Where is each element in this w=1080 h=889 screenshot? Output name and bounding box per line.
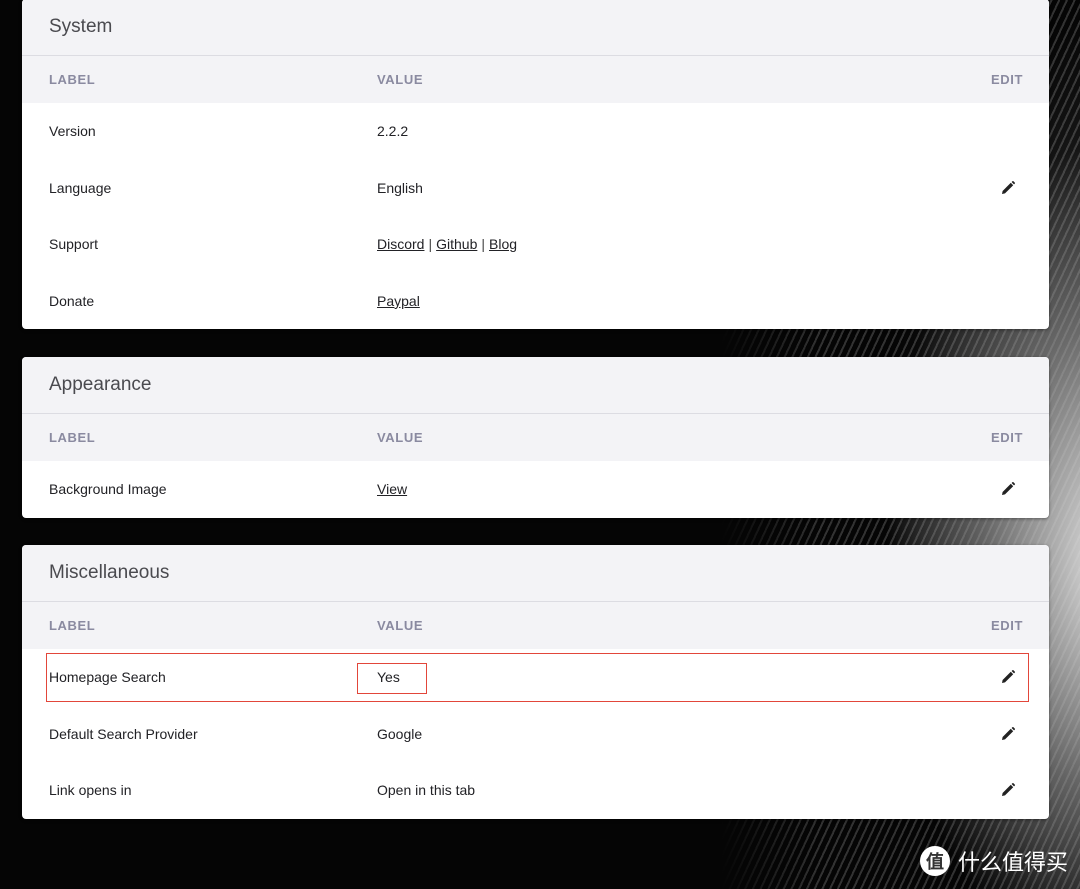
row-label: Version bbox=[49, 123, 96, 140]
version-row: Version 2.2.2 bbox=[22, 103, 1049, 160]
table-header: LABEL VALUE EDIT bbox=[22, 602, 1049, 649]
edit-column-header: EDIT bbox=[990, 618, 1023, 633]
separator: | bbox=[481, 236, 485, 253]
system-card: System LABEL VALUE EDIT Version 2.2.2 La… bbox=[22, 0, 1049, 329]
row-label: Default Search Provider bbox=[49, 725, 198, 742]
label-column-header: LABEL bbox=[49, 618, 96, 633]
row-label: Homepage Search bbox=[49, 669, 166, 686]
discord-link[interactable]: Discord bbox=[377, 236, 424, 252]
pencil-icon[interactable] bbox=[1001, 180, 1015, 195]
value-column-header: VALUE bbox=[377, 72, 424, 87]
value-column-header: VALUE bbox=[377, 618, 424, 633]
paypal-link[interactable]: Paypal bbox=[377, 293, 420, 309]
pencil-icon[interactable] bbox=[1001, 783, 1015, 797]
watermark: 值 什么值得买 bbox=[919, 845, 1068, 877]
watermark-text: 什么值得买 bbox=[957, 851, 1068, 876]
edit-column-header: EDIT bbox=[990, 430, 1023, 445]
separator: | bbox=[428, 236, 433, 253]
card-title: System bbox=[22, 0, 1049, 56]
value-column-header: VALUE bbox=[377, 430, 424, 445]
row-value: Yes bbox=[377, 669, 400, 686]
table-header: LABEL VALUE EDIT bbox=[22, 414, 1049, 461]
row-label: Support bbox=[49, 236, 99, 253]
highlight-box bbox=[46, 653, 1029, 702]
row-value: 2.2.2 bbox=[377, 123, 409, 140]
homepage-search-row: Homepage Search Yes bbox=[22, 649, 1049, 706]
github-link[interactable]: Github bbox=[436, 236, 477, 252]
miscellaneous-card: Miscellaneous LABEL VALUE EDIT Homepage … bbox=[22, 545, 1049, 819]
row-value: English bbox=[377, 179, 423, 196]
link-opens-in-row: Link opens in Open in this tab bbox=[22, 762, 1049, 819]
table-header: LABEL VALUE EDIT bbox=[22, 56, 1049, 103]
appearance-card: Appearance LABEL VALUE EDIT Background I… bbox=[22, 357, 1049, 518]
edit-column-header: EDIT bbox=[990, 72, 1023, 87]
view-link[interactable]: View bbox=[377, 481, 407, 497]
background-image-row: Background Image View bbox=[22, 461, 1049, 518]
row-label: Language bbox=[49, 179, 112, 196]
card-title: Appearance bbox=[22, 357, 1049, 414]
blog-link[interactable]: Blog bbox=[489, 236, 517, 252]
support-row: Support Discord | Github | Blog bbox=[22, 216, 1049, 273]
pencil-icon[interactable] bbox=[1001, 670, 1015, 684]
label-column-header: LABEL bbox=[49, 430, 96, 445]
default-search-provider-row: Default Search Provider Google bbox=[22, 706, 1049, 763]
pencil-icon[interactable] bbox=[1001, 482, 1015, 496]
row-label: Background Image bbox=[49, 481, 167, 498]
row-label: Link opens in bbox=[49, 782, 132, 799]
card-title: Miscellaneous bbox=[22, 545, 1049, 602]
row-value: Open in this tab bbox=[377, 782, 476, 799]
watermark-logo-icon: 值 bbox=[919, 846, 950, 876]
donate-row: Donate Paypal bbox=[22, 273, 1049, 330]
language-row: Language English bbox=[22, 160, 1049, 217]
pencil-icon[interactable] bbox=[1001, 726, 1015, 741]
row-label: Donate bbox=[49, 292, 95, 309]
support-links: Discord | Github | Blog bbox=[377, 236, 517, 252]
row-value: Google bbox=[377, 725, 423, 742]
label-column-header: LABEL bbox=[49, 72, 96, 87]
